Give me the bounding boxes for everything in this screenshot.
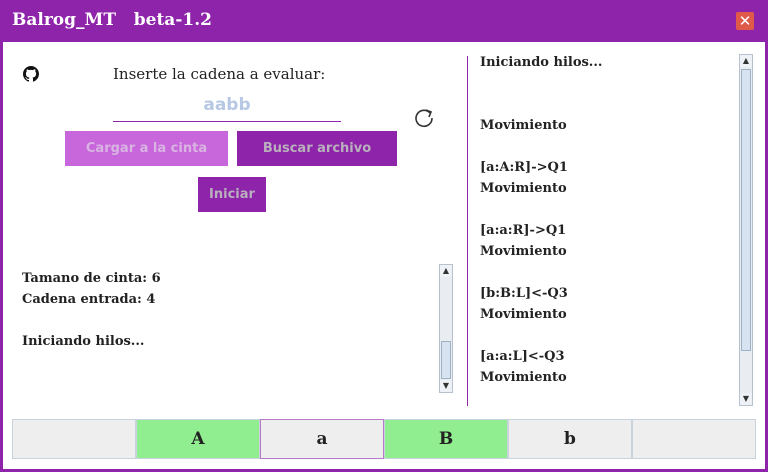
left-log: Tamano de cinta: 6 Cadena entrada: 4 Ini… (22, 268, 161, 352)
browse-file-button[interactable]: Buscar archivo (237, 131, 397, 166)
start-button[interactable]: Iniciar (198, 177, 266, 212)
log-line: [a:a:R]->Q1 (480, 223, 567, 238)
input-prompt: Inserte la cadena a evaluar: (113, 65, 326, 83)
scroll-thumb[interactable] (441, 341, 451, 379)
refresh-icon[interactable] (413, 106, 435, 128)
log-line: [a:a:L]<-Q3 (480, 349, 565, 364)
log-line: Movimiento (480, 370, 567, 385)
log-line: Cadena entrada: 4 (22, 292, 156, 307)
content-panel: Inserte la cadena a evaluar: Cargar a la… (3, 42, 765, 469)
panel-divider (467, 56, 468, 406)
log-line: Movimiento (480, 244, 567, 259)
close-icon: ✕ (738, 12, 752, 30)
scroll-thumb[interactable] (741, 69, 751, 351)
tape-cell (632, 419, 756, 459)
tape-cell: B (384, 419, 508, 459)
tape-cell: A (136, 419, 260, 459)
tape-cell-head: a (260, 419, 384, 459)
close-button[interactable]: ✕ (736, 12, 754, 30)
tape-cell (12, 419, 136, 459)
scroll-up-icon[interactable]: ▲ (740, 55, 752, 67)
string-input[interactable] (113, 89, 341, 122)
scroll-down-icon[interactable]: ▼ (740, 393, 752, 405)
app-window: Balrog_MT beta-1.2 ✕ Inserte la cadena a… (0, 0, 768, 472)
log-line: Iniciando hilos... (22, 334, 145, 349)
window-title: Balrog_MT beta-1.2 (12, 10, 212, 30)
github-icon[interactable] (23, 66, 39, 82)
left-log-scrollbar[interactable]: ▲ ▼ (439, 264, 453, 393)
log-line: Tamano de cinta: 6 (22, 271, 161, 286)
tape-cell: b (508, 419, 632, 459)
scroll-down-icon[interactable]: ▼ (440, 380, 452, 392)
tape: A a B b (12, 419, 756, 459)
log-line: Movimiento (480, 118, 567, 133)
title-bar[interactable]: Balrog_MT beta-1.2 ✕ (0, 0, 768, 42)
load-to-tape-button[interactable]: Cargar a la cinta (65, 131, 228, 166)
scroll-up-icon[interactable]: ▲ (440, 265, 452, 277)
log-line: [b:B:L]<-Q3 (480, 286, 568, 301)
right-log-scrollbar[interactable]: ▲ ▼ (739, 54, 753, 406)
log-line: Movimiento (480, 307, 567, 322)
log-line: Movimiento (480, 181, 567, 196)
log-line: [a:A:R]->Q1 (480, 160, 568, 175)
log-line: Iniciando hilos... (480, 55, 603, 70)
